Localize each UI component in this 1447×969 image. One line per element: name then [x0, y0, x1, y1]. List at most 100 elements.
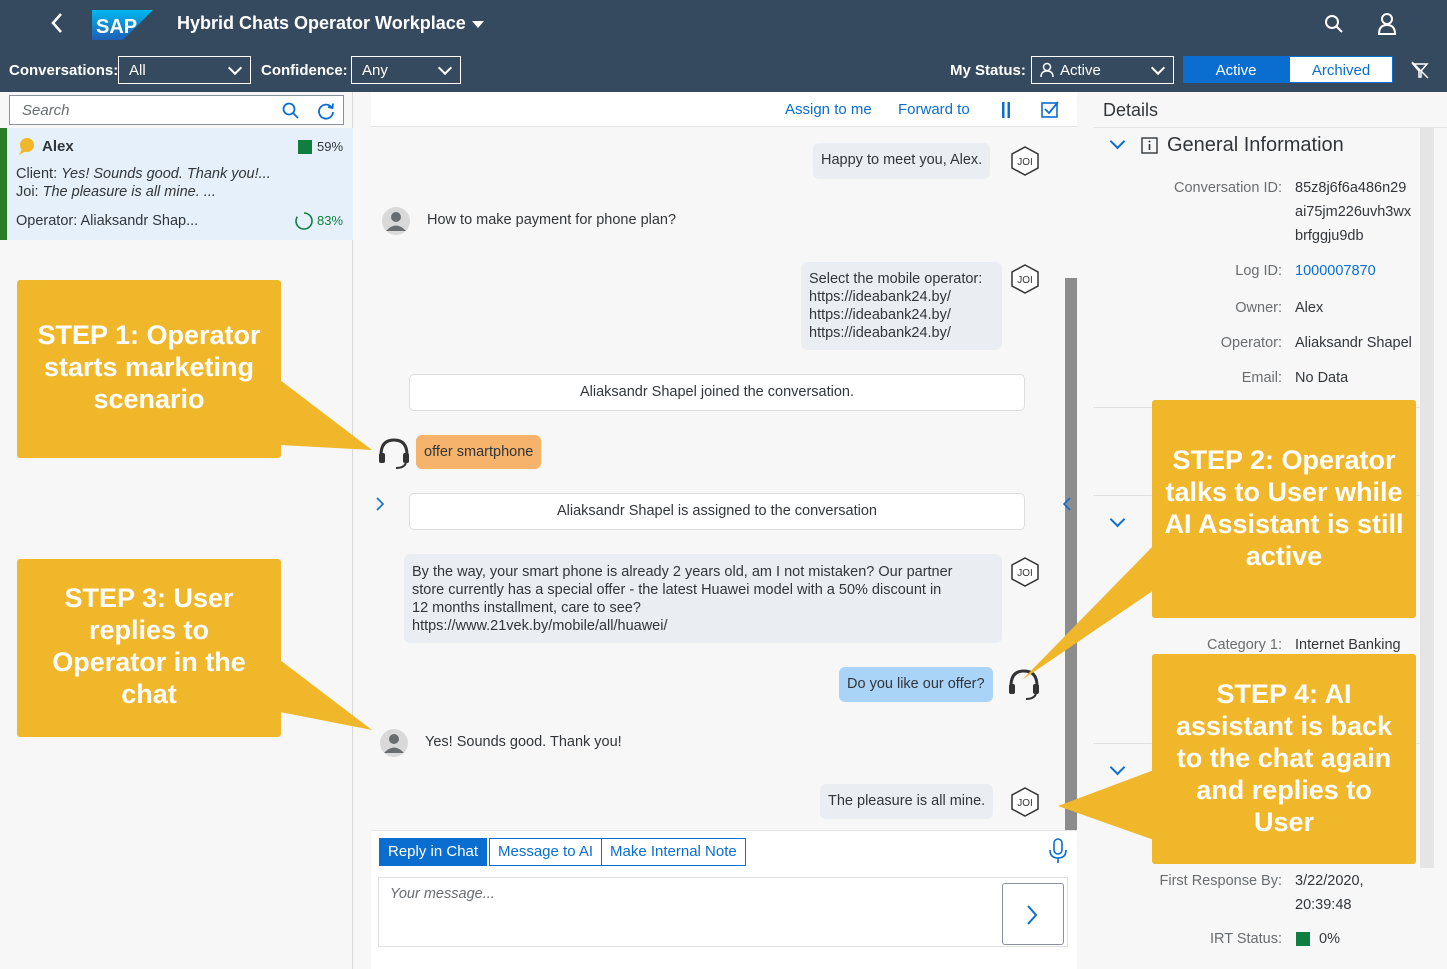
system-message: Aliaksandr Shapel joined the conversatio…: [409, 374, 1025, 411]
conversation-id-value: 85z8j6f6a486n29: [1295, 180, 1407, 196]
user-message: How to make payment for phone plan?: [427, 212, 677, 228]
chevron-right-icon: [1027, 905, 1038, 925]
search-field[interactable]: Search: [9, 95, 344, 125]
headset-icon: [379, 438, 409, 469]
log-id-label: Log ID:: [1235, 263, 1282, 279]
confidence-select[interactable]: Any: [351, 56, 461, 84]
conversation-list-panel: Search Alex 59% Client: Yes! Sounds good…: [0, 92, 353, 969]
category-value: Internet Banking: [1295, 637, 1401, 653]
send-button[interactable]: [1002, 883, 1064, 945]
conversation-id-label: Conversation ID:: [1174, 180, 1282, 196]
search-icon[interactable]: [1324, 14, 1344, 37]
bot-message-line: https://ideabank24.by/: [809, 325, 951, 341]
caret-down-icon: [471, 20, 484, 28]
chat-scrollbar[interactable]: [1065, 278, 1077, 833]
user-avatar-icon: [382, 207, 410, 235]
callout-step1: STEP 1: Operator starts marketing scenar…: [17, 280, 281, 458]
app-title[interactable]: Hybrid Chats Operator Workplace: [177, 13, 484, 34]
chevron-left-icon[interactable]: [1062, 496, 1072, 512]
first-response-label: First Response By:: [1159, 873, 1283, 889]
search-icon[interactable]: [282, 102, 300, 120]
callout-step3: STEP 3: User replies to Operator in the …: [17, 559, 281, 737]
logo-text: SAP: [96, 16, 137, 38]
bot-message: Select the mobile operator: https://idea…: [801, 262, 1002, 350]
clear-filter-icon[interactable]: [1411, 61, 1429, 82]
log-id-link[interactable]: 1000007870: [1295, 263, 1376, 279]
operator-message: offer smartphone: [416, 435, 542, 469]
microphone-icon[interactable]: [1048, 838, 1068, 864]
user-message: Yes! Sounds good. Thank you!: [425, 734, 622, 750]
progress-value: 83%: [317, 213, 344, 228]
bot-message: By the way, your smart phone is already …: [404, 554, 1002, 643]
info-icon: [1141, 137, 1158, 154]
chevron-down-icon: [1150, 60, 1166, 76]
status-select[interactable]: Active: [1031, 56, 1174, 84]
joi-avatar-text: JOI: [1017, 798, 1033, 809]
callout-step4: STEP 4: AI assistant is back to the chat…: [1152, 654, 1416, 864]
details-title: Details: [1103, 100, 1159, 120]
system-message: Aliaksandr Shapel is assigned to the con…: [409, 493, 1025, 530]
message-placeholder: Your message...: [390, 886, 495, 902]
operator-value: Aliaksandr Shapel: [1295, 335, 1412, 351]
confidence-value: 59%: [317, 139, 344, 154]
headset-icon: [1009, 669, 1039, 700]
conversations-label: Conversations:: [9, 62, 119, 79]
conversation-id-value: brfggju9db: [1295, 228, 1364, 244]
my-status-label: My Status:: [950, 62, 1026, 79]
bot-message-line: Select the mobile operator:: [809, 271, 983, 287]
message-input[interactable]: Your message...: [378, 877, 1068, 947]
person-icon: [1040, 62, 1054, 78]
bot-message-line: https://ideabank24.by/: [809, 289, 951, 305]
joi-avatar-text: JOI: [1017, 157, 1033, 168]
conversation-item[interactable]: Alex 59% Client: Yes! Sounds good. Thank…: [0, 128, 353, 240]
bot-message: Happy to meet you, Alex.: [813, 143, 991, 179]
chat-bubble-icon: [19, 138, 34, 155]
category-label: Category 1:: [1207, 637, 1282, 653]
bot-message-line: By the way, your smart phone is already …: [412, 564, 953, 580]
owner-label: Owner:: [1235, 300, 1282, 316]
back-icon[interactable]: [50, 12, 72, 36]
conversation-name: Alex: [42, 138, 74, 155]
checkbox-icon[interactable]: [1041, 100, 1059, 118]
bot-message-line: https://www.21vek.by/mobile/all/huawei/: [412, 618, 668, 634]
operator-message: Do you like our offer?: [839, 667, 993, 702]
irt-status-value: 0%: [1319, 931, 1340, 947]
bot-message-line: 12 months installment, care to see?: [412, 600, 641, 616]
shell-bar: SAP Hybrid Chats Operator Workplace: [0, 0, 1447, 48]
progress-ring-icon: [295, 212, 313, 230]
joi-avatar-icon: JOI: [1011, 787, 1039, 817]
owner-value: Alex: [1295, 300, 1324, 316]
conversations-select[interactable]: All: [118, 56, 251, 84]
joi-preview: Joi: The pleasure is all mine. ...: [16, 184, 216, 200]
irt-status-label: IRT Status:: [1210, 931, 1282, 947]
assign-to-me-button[interactable]: Assign to me: [785, 101, 872, 118]
segment-archived[interactable]: Archived: [1289, 56, 1393, 83]
forward-to-button[interactable]: Forward to: [898, 101, 970, 118]
first-response-value: 3/22/2020,: [1295, 873, 1364, 889]
refresh-icon[interactable]: [316, 101, 336, 121]
tab-reply-in-chat[interactable]: Reply in Chat: [379, 838, 488, 866]
client-text: Yes! Sounds good. Thank you!...: [61, 166, 271, 182]
bot-message-line: https://ideabank24.by/: [809, 307, 951, 323]
tab-internal-note[interactable]: Make Internal Note: [601, 838, 746, 866]
chevron-down-icon: [437, 60, 453, 76]
client-preview: Client: Yes! Sounds good. Thank you!...: [16, 166, 271, 182]
search-placeholder: Search: [22, 102, 70, 119]
joi-label: Joi:: [16, 184, 39, 200]
joi-avatar-icon: JOI: [1011, 264, 1039, 294]
client-label: Client:: [16, 166, 58, 182]
app-title-text: Hybrid Chats Operator Workplace: [177, 13, 466, 33]
details-scrollbar-track[interactable]: [1420, 128, 1434, 868]
joi-avatar-text: JOI: [1017, 568, 1033, 579]
tab-message-to-ai[interactable]: Message to AI: [489, 838, 603, 866]
pause-icon[interactable]: [1001, 101, 1011, 119]
user-avatar-icon: [380, 729, 408, 757]
chevron-right-icon[interactable]: [375, 496, 385, 512]
confidence-label: Confidence:: [261, 62, 348, 79]
operator-preview: Operator: Aliaksandr Shap...: [16, 213, 199, 229]
user-icon[interactable]: [1377, 12, 1397, 39]
segment-active[interactable]: Active: [1183, 56, 1289, 83]
chat-toolbar: Assign to me Forward to: [371, 92, 1077, 127]
bot-message: The pleasure is all mine.: [820, 784, 994, 819]
joi-text: The pleasure is all mine. ...: [42, 184, 216, 200]
